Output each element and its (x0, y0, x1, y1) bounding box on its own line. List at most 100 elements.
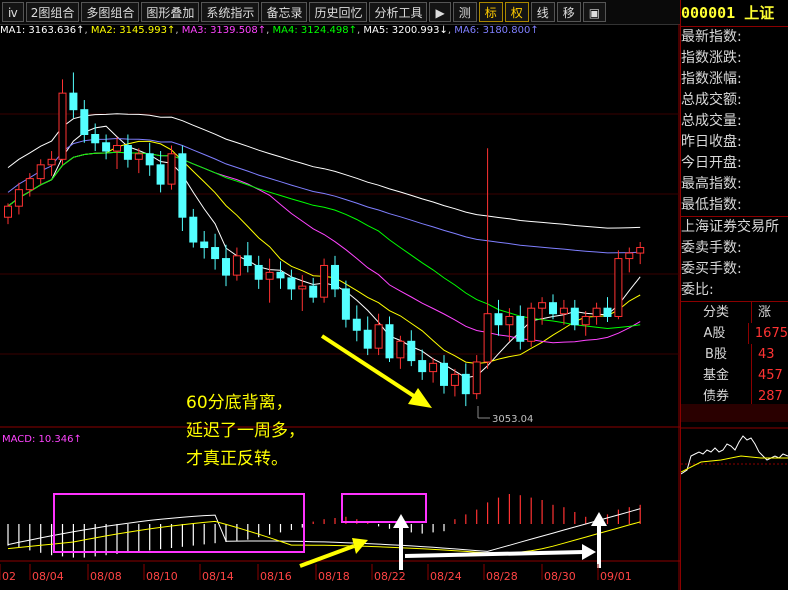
x-tick-label: 08/18 (318, 570, 350, 583)
candle (472, 355, 481, 400)
candle (36, 159, 45, 185)
candle (581, 310, 590, 336)
toolbar-btn-line[interactable]: 线 (530, 2, 555, 22)
candle-body (592, 307, 601, 317)
candle (363, 316, 372, 356)
candle-body (331, 264, 339, 290)
candle-body (581, 315, 590, 326)
candle-body (58, 92, 67, 160)
white-arrow-right-head (582, 544, 596, 560)
candle-body (374, 324, 383, 349)
toolbar-btn-2chart[interactable]: 2图组合 (25, 2, 80, 22)
x-tick-label: 08/22 (374, 570, 406, 583)
close-icon[interactable]: ▣ (582, 2, 607, 22)
field-high: 最高指数: (681, 176, 742, 192)
candle-body (25, 178, 34, 191)
candle (494, 299, 503, 336)
quote-panel: 000001 上证 最新指数: 指数涨跌: 指数涨幅: 总成交额: 总成交量: … (680, 0, 788, 590)
mini-chart-header (681, 404, 788, 422)
candle-body (265, 271, 274, 280)
toolbar-btn-history[interactable]: 历史回忆 (309, 2, 368, 22)
candle-body (69, 92, 78, 111)
category-up-count: 1675 (754, 326, 788, 341)
ma10-line (7, 140, 641, 365)
category-table: 分类 涨 A股 1675 B股 43 基金 457 债券 287 (681, 301, 788, 407)
candle-body (494, 313, 503, 326)
candle-body (614, 258, 623, 317)
annotation-text: 60分底背离， 延迟了一周多， 才真正反转。 (186, 393, 305, 469)
candle (625, 247, 634, 273)
mini-price-line (681, 435, 788, 475)
candle (80, 100, 89, 143)
candle (320, 258, 329, 303)
index-code: 000001 (681, 4, 736, 22)
candle (440, 355, 448, 394)
candle (4, 203, 12, 225)
candle (385, 316, 394, 362)
category-row: B股 43 (681, 344, 788, 365)
candle (276, 261, 285, 289)
arrows (299, 334, 607, 570)
candle (603, 297, 612, 322)
toolbar-btn-overlay[interactable]: 图形叠加 (141, 2, 200, 22)
field-turnover: 总成交额: (681, 92, 742, 108)
candle-body (309, 285, 318, 298)
candle (352, 305, 361, 342)
toolbar-btn-measure[interactable]: 测 (452, 2, 477, 22)
toolbar-btn-rights[interactable]: 权 (504, 2, 529, 22)
x-tick-label: 08/28 (486, 570, 518, 583)
category-name: 基金 (681, 365, 752, 386)
candle-body (80, 109, 89, 135)
toolbar-btn-move[interactable]: 移 (556, 2, 581, 22)
category-header-up: 涨 (758, 305, 772, 320)
annotation-line-2: 延迟了一周多， (186, 421, 305, 441)
x-tick-label: 08/10 (146, 570, 178, 583)
toolbar-btn-analysis[interactable]: 分析工具 (369, 2, 428, 22)
category-header-type: 分类 (681, 302, 752, 323)
candle-body (320, 264, 329, 298)
category-table-header: 分类 涨 (681, 302, 788, 323)
candle (636, 242, 645, 265)
toolbar-btn-multichart[interactable]: 多图组合 (81, 2, 140, 22)
candle-body (483, 313, 492, 363)
candle (461, 363, 470, 407)
candle (178, 145, 187, 231)
macd-dea-line (7, 520, 641, 554)
candle-body (200, 241, 209, 249)
candle-body (178, 153, 187, 218)
candle-body (243, 255, 252, 266)
candle (331, 255, 339, 298)
candle-body (4, 205, 12, 218)
candle-body (145, 153, 154, 166)
candle-body (276, 271, 285, 279)
x-tick-label: 08/04 (32, 570, 64, 583)
candle-body (123, 145, 132, 160)
toolbar-btn-mark[interactable]: 标 (478, 2, 503, 22)
candle (483, 148, 492, 369)
candle (559, 299, 568, 325)
candle-body (102, 142, 111, 152)
toolbar-btn-indicator[interactable]: 系统指示 (201, 2, 260, 22)
play-icon[interactable]: ▶ (429, 2, 451, 22)
candle (309, 277, 318, 303)
field-order-ratio: 委比: (681, 282, 714, 298)
candle-body (429, 362, 438, 373)
candle (145, 142, 154, 176)
candle (189, 208, 198, 248)
candle (58, 79, 67, 165)
divergence-box-2 (341, 493, 427, 523)
field-prev-close: 昨日收盘: (681, 134, 742, 150)
field-latest: 最新指数: (681, 29, 742, 45)
candle-body (189, 216, 198, 243)
toolbar-left-cut[interactable]: ⅳ (2, 2, 24, 22)
toolbar-btn-memo[interactable]: 备忘录 (261, 2, 308, 22)
annotation-line-3: 才真正反转。 (186, 449, 288, 469)
candle-body (385, 324, 394, 359)
low-marker: 3053.04 (477, 406, 533, 425)
category-name: A股 (681, 323, 749, 344)
candle (232, 247, 241, 281)
candle-body (418, 360, 427, 373)
candle-body (636, 247, 645, 254)
index-title: 000001 上证 (681, 0, 788, 27)
x-tick-label: 08/24 (430, 570, 462, 583)
